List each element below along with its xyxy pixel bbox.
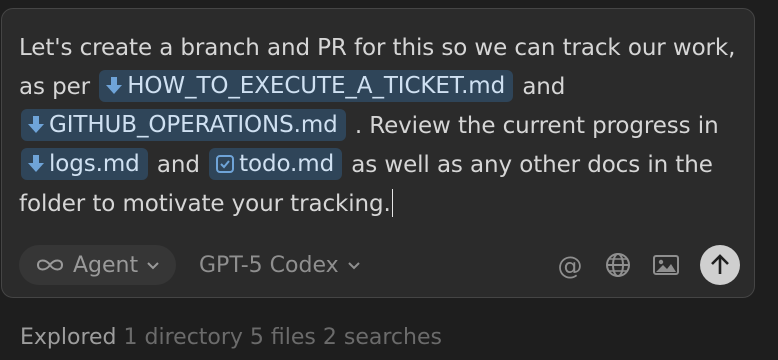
prompt-text: . Review the current progress in: [354, 113, 719, 139]
download-arrow-icon: [28, 155, 44, 172]
image-icon[interactable]: [652, 251, 680, 279]
infinity-icon: [36, 259, 64, 271]
mode-selector[interactable]: Agent: [19, 245, 177, 285]
download-arrow-icon: [28, 116, 44, 133]
file-chip-label: GITHUB_OPERATIONS.md: [49, 112, 338, 138]
prompt-input[interactable]: Let's create a branch and PR for this so…: [19, 29, 739, 224]
model-selector[interactable]: GPT-5 Codex: [199, 245, 361, 285]
mode-label: Agent: [73, 252, 139, 278]
file-chip-todo[interactable]: todo.md: [209, 148, 343, 180]
prompt-text: and: [156, 152, 200, 178]
composer-toolbar: Agent GPT-5 Codex @: [19, 245, 740, 285]
file-chip-label: logs.md: [49, 151, 140, 177]
file-chip-logs[interactable]: logs.md: [21, 148, 148, 180]
file-chip-label: HOW_TO_EXECUTE_A_TICKET.md: [127, 73, 506, 99]
file-chip-github-operations[interactable]: GITHUB_OPERATIONS.md: [21, 109, 346, 141]
file-chip-how-to-execute[interactable]: HOW_TO_EXECUTE_A_TICKET.md: [99, 70, 514, 102]
status-verb: Explored: [20, 325, 117, 350]
globe-icon[interactable]: [604, 251, 632, 279]
prompt-text: and: [522, 74, 566, 100]
send-button[interactable]: [700, 245, 740, 285]
model-label: GPT-5 Codex: [199, 252, 339, 278]
text-caret: [391, 189, 393, 217]
chevron-down-icon: [347, 262, 360, 270]
checkbox-icon: [216, 155, 235, 173]
activity-status[interactable]: Explored 1 directory 5 files 2 searches: [20, 325, 442, 350]
arrow-up-icon: [711, 254, 729, 274]
composer: Let's create a branch and PR for this so…: [1, 8, 755, 298]
chevron-down-icon: [147, 262, 159, 270]
file-chip-label: todo.md: [239, 151, 335, 177]
status-details: 1 directory 5 files 2 searches: [123, 325, 442, 350]
at-icon[interactable]: @: [556, 251, 584, 280]
toolbar-actions: @: [556, 245, 740, 285]
download-arrow-icon: [106, 77, 123, 94]
